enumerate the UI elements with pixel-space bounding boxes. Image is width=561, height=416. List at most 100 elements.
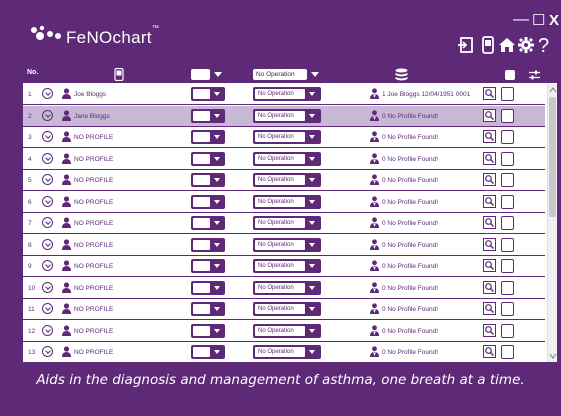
row-checkbox[interactable] [501,130,514,144]
value-field[interactable] [193,175,210,185]
row-checkbox[interactable] [501,345,514,359]
operation-select[interactable]: No Operation [253,237,321,252]
header-operation-select[interactable]: No Operation [253,69,307,80]
value-field[interactable] [193,89,210,99]
table-row[interactable]: 6 NO PROFILE No Operation 0 No Profile Foun… [23,191,545,213]
value-field[interactable] [193,218,210,228]
operation-value[interactable]: No Operation [255,325,305,336]
operation-select[interactable]: No Operation [253,259,321,273]
table-row[interactable]: 1 Joe Bloggs No Operation 1 Joe Bloggs 12/0… [23,84,545,105]
value-select[interactable] [191,345,225,359]
chevron-down-icon[interactable] [309,242,315,247]
chevron-down-icon[interactable] [214,221,220,225]
value-select[interactable] [191,323,225,338]
operation-select[interactable]: No Operation [253,345,321,359]
table-row[interactable]: 8 NO PROFILE No Operation 0 No Profile Foun… [23,234,545,256]
value-field[interactable] [193,153,210,164]
chevron-down-icon[interactable] [42,195,53,207]
chevron-down-icon[interactable] [214,135,220,139]
chevron-down-icon[interactable] [214,307,220,311]
value-field[interactable] [193,132,210,142]
scroll-up-icon[interactable] [549,86,557,94]
table-row[interactable]: 11 NO PROFILE No Operation 0 No Profile Fou… [23,299,545,320]
operation-value[interactable]: No Operation [255,347,305,357]
table-row[interactable]: 3 NO PROFILE No Operation 0 No Profile Foun… [23,127,545,148]
chevron-down-icon[interactable] [309,178,315,182]
scrollbar-thumb[interactable] [549,97,556,217]
operation-select[interactable]: No Operation [253,302,321,316]
value-field[interactable] [193,196,210,207]
operation-select[interactable]: No Operation [253,130,321,144]
table-row[interactable]: 9 NO PROFILE No Operation 0 No Profile Foun… [23,256,545,277]
chevron-down-icon[interactable] [42,174,53,185]
chevron-down-icon[interactable] [42,260,53,271]
operation-value[interactable]: No Operation [255,110,305,121]
row-checkbox[interactable] [501,173,514,187]
chevron-down-icon[interactable] [214,285,220,290]
maximize-button[interactable]: ☐ [532,13,545,29]
operation-value[interactable]: No Operation [255,89,305,99]
chevron-down-icon[interactable] [309,92,315,96]
chevron-down-icon[interactable] [42,324,53,336]
vertical-scrollbar[interactable] [547,84,557,362]
select-all-checkbox[interactable] [505,70,515,80]
chevron-down-icon[interactable] [214,328,220,333]
operation-value[interactable]: No Operation [255,282,305,293]
operation-value[interactable]: No Operation [255,239,305,250]
search-icon[interactable] [483,151,496,165]
chevron-down-icon[interactable] [42,109,53,121]
operation-select[interactable]: No Operation [253,87,321,101]
home-icon[interactable] [498,36,516,54]
chevron-down-icon[interactable] [309,264,315,268]
chevron-down-icon[interactable] [214,72,222,77]
row-checkbox[interactable] [501,259,514,273]
value-select[interactable] [191,87,225,101]
operation-value[interactable]: No Operation [255,304,305,314]
chevron-down-icon[interactable] [214,156,220,161]
value-select[interactable] [191,280,225,295]
search-icon[interactable] [483,87,496,100]
chevron-down-icon[interactable] [309,221,315,225]
export-icon[interactable] [457,36,475,54]
value-select[interactable] [191,108,225,123]
chevron-down-icon[interactable] [214,113,220,118]
chevron-down-icon[interactable] [309,350,315,354]
value-select[interactable] [191,173,225,187]
search-icon[interactable] [483,259,496,272]
operation-value[interactable]: No Operation [255,175,305,185]
scroll-down-icon[interactable] [549,352,557,360]
value-field[interactable] [193,282,210,293]
chevron-down-icon[interactable] [309,199,315,204]
search-icon[interactable] [483,302,496,315]
value-field[interactable] [193,325,210,336]
table-row[interactable]: 12 NO PROFILE No Operation 0 No Profile Fou… [23,320,545,342]
operation-select[interactable]: No Operation [253,194,321,209]
row-checkbox[interactable] [501,87,514,101]
operation-select[interactable]: No Operation [253,280,321,295]
value-select[interactable] [191,130,225,144]
chevron-down-icon[interactable] [42,238,53,250]
header-weight-select[interactable] [191,69,210,80]
value-select[interactable] [191,216,225,230]
value-select[interactable] [191,259,225,273]
search-icon[interactable] [483,173,496,186]
table-row[interactable]: 7 NO PROFILE No Operation 0 No Profile Foun… [23,213,545,234]
row-checkbox[interactable] [501,280,514,295]
search-icon[interactable] [483,237,496,251]
row-checkbox[interactable] [501,194,514,209]
chevron-down-icon[interactable] [214,199,220,204]
chevron-down-icon[interactable] [311,72,319,77]
value-field[interactable] [193,239,210,250]
value-select[interactable] [191,151,225,166]
operation-value[interactable]: No Operation [255,153,305,164]
minimize-button[interactable]: — [513,12,529,28]
operation-value[interactable]: No Operation [255,196,305,207]
operation-select[interactable]: No Operation [253,216,321,230]
operation-select[interactable]: No Operation [253,173,321,187]
chevron-down-icon[interactable] [309,307,315,311]
operation-value[interactable]: No Operation [255,218,305,228]
chevron-down-icon[interactable] [42,346,53,357]
value-select[interactable] [191,194,225,209]
value-field[interactable] [193,347,210,357]
settings-icon[interactable] [517,36,535,54]
